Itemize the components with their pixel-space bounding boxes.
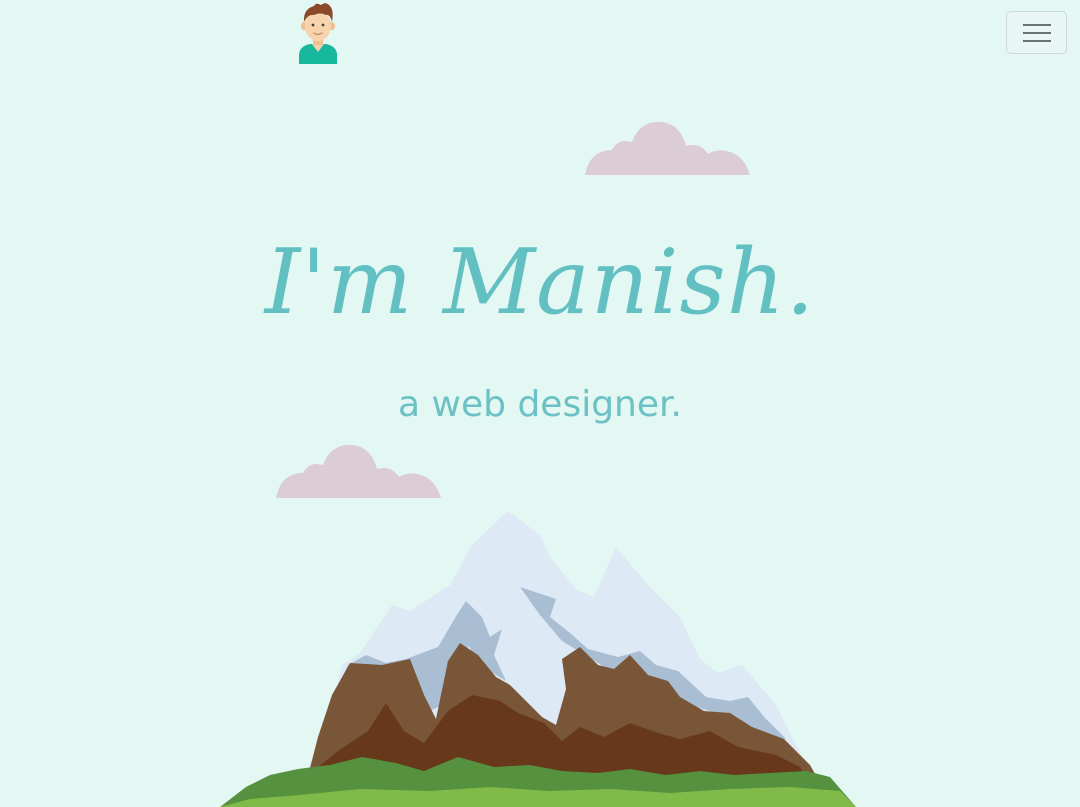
hero-title: I'm Manish. <box>264 230 816 335</box>
hero-subtitle: a web designer. <box>398 384 682 425</box>
man-avatar-icon <box>299 3 337 64</box>
cloud-illustration <box>584 120 752 176</box>
cloud-icon <box>585 121 750 175</box>
menu-toggle-button[interactable] <box>1006 11 1067 54</box>
hamburger-menu-icon <box>1022 23 1051 42</box>
cloud-icon <box>276 444 441 498</box>
mountain-illustration <box>210 505 870 807</box>
avatar[interactable] <box>294 2 342 64</box>
cloud-illustration <box>275 443 443 499</box>
mountain-icon <box>220 511 856 807</box>
landing-page: I'm Manish. a web designer. <box>0 0 1080 807</box>
